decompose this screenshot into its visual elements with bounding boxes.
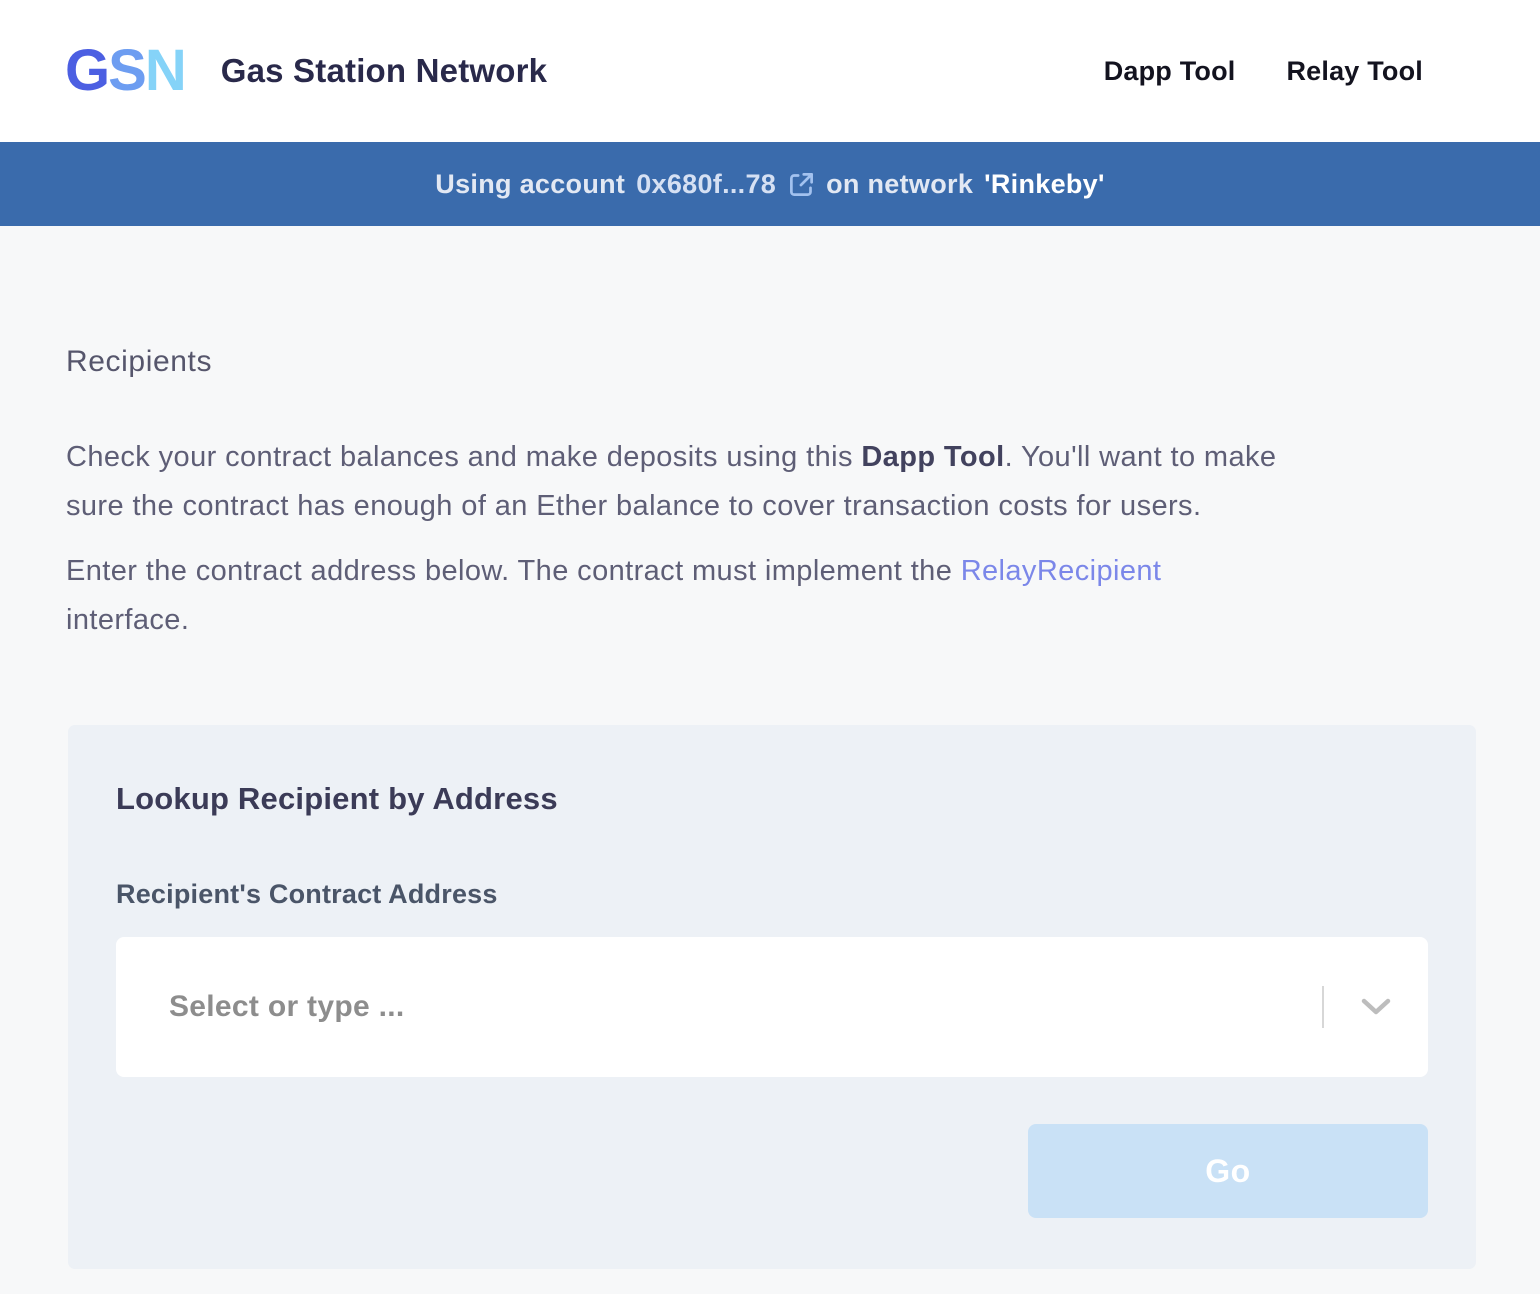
- contract-address-select[interactable]: Select or type ...: [116, 937, 1428, 1077]
- banner-middle: on network: [826, 169, 973, 200]
- intro-paragraph-1: Check your contract balances and make de…: [66, 433, 1474, 531]
- nav-dapp-tool[interactable]: Dapp Tool: [1104, 56, 1236, 87]
- logo-letter-n: N: [145, 42, 185, 100]
- header-nav: Dapp Tool Relay Tool: [1104, 56, 1423, 87]
- external-link-icon: [788, 171, 815, 198]
- lookup-card-title: Lookup Recipient by Address: [116, 725, 1428, 817]
- account-banner: Using account 0x680f...78 on network 'Ri…: [0, 142, 1540, 226]
- page-title: Recipients: [66, 345, 1474, 379]
- p2-text-a: Enter the contract address below. The co…: [66, 555, 961, 587]
- account-address: 0x680f...78: [636, 169, 776, 200]
- contract-address-label: Recipient's Contract Address: [116, 879, 1428, 910]
- account-address-link[interactable]: 0x680f...78: [636, 169, 815, 200]
- nav-relay-tool[interactable]: Relay Tool: [1286, 56, 1423, 87]
- gsn-logo[interactable]: GSN: [65, 42, 185, 100]
- main-content: Recipients Check your contract balances …: [0, 345, 1540, 645]
- chevron-down-icon: [1324, 996, 1428, 1018]
- go-button[interactable]: Go: [1028, 1124, 1428, 1218]
- logo-letter-g: G: [65, 42, 108, 100]
- button-row: Go: [116, 1124, 1428, 1218]
- p1-text-b: . You'll want to make: [1005, 441, 1277, 473]
- p2-text-b: interface.: [66, 596, 1474, 645]
- header: GSN Gas Station Network Dapp Tool Relay …: [0, 0, 1540, 142]
- banner-prefix: Using account: [435, 169, 625, 200]
- select-placeholder-text: Select or type ...: [169, 990, 1322, 1024]
- intro-paragraph-2: Enter the contract address below. The co…: [66, 547, 1474, 645]
- relay-recipient-link[interactable]: RelayRecipient: [961, 555, 1162, 587]
- network-name: 'Rinkeby': [984, 169, 1105, 200]
- lookup-recipient-card: Lookup Recipient by Address Recipient's …: [68, 725, 1476, 1269]
- site-title: Gas Station Network: [221, 52, 548, 90]
- p1-text-c: sure the contract has enough of an Ether…: [66, 482, 1474, 531]
- p1-dapp-tool-text: Dapp Tool: [861, 441, 1004, 473]
- logo-letter-s: S: [108, 42, 145, 100]
- p1-text-a: Check your contract balances and make de…: [66, 441, 861, 473]
